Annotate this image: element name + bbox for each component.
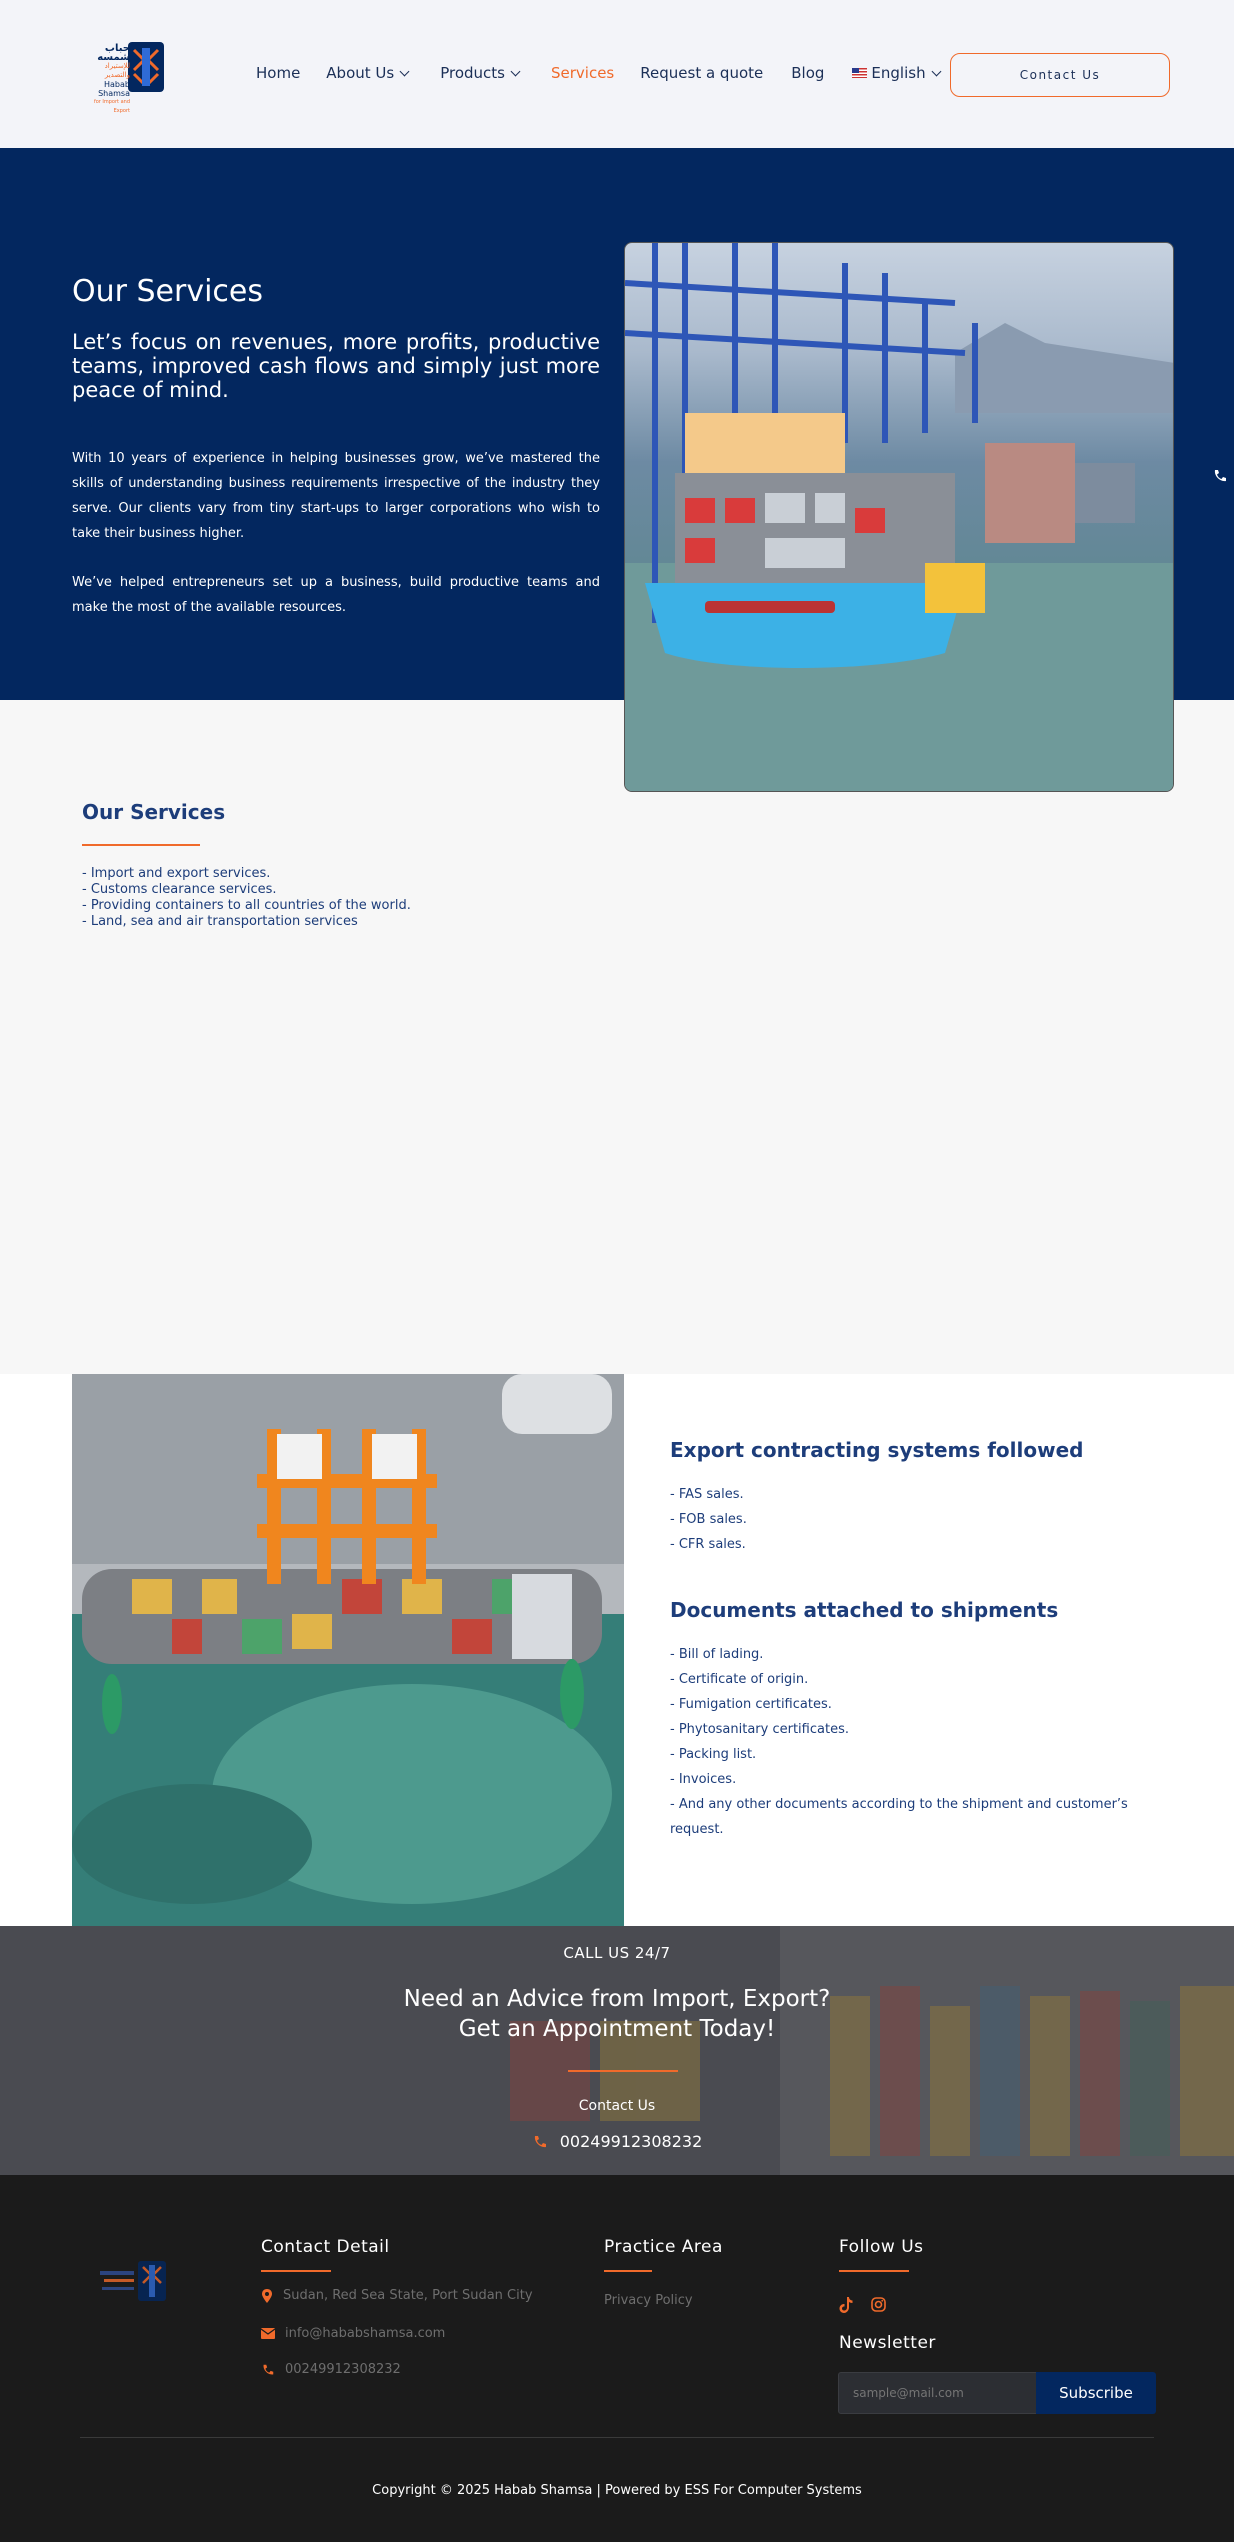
footer-email-text: info@hababshamsa.com [285,2326,446,2341]
main-nav: Home About Us Products Services Request … [256,64,942,82]
list-item: - Phytosanitary certificates. [670,1722,849,1737]
tiktok-icon[interactable] [839,2297,853,2313]
list-item: - CFR sales. [670,1537,746,1552]
footer-phone[interactable]: 00249912308232 [261,2362,401,2377]
privacy-policy-link[interactable]: Privacy Policy [604,2293,693,2308]
footer-address-text: Sudan, Red Sea State, Port Sudan City [283,2288,533,2303]
hero-subtitle: Let’s focus on revenues, more profits, p… [72,330,600,402]
services-divider [82,844,200,846]
cta-call-label: CALL US 24/7 [563,1944,671,1962]
chevron-down-icon [931,66,942,76]
services-title: Our Services [82,800,226,824]
nav-request-quote-label: Request a quote [640,64,764,82]
nav-blog[interactable]: Blog [791,64,824,82]
export-section: Export contracting systems followed - FA… [0,1374,1234,1926]
footer-logo[interactable] [98,2257,170,2305]
list-item: - Customs clearance services. [82,882,277,897]
newsletter-title: Newsletter [839,2333,936,2353]
nav-services[interactable]: Services [551,64,614,82]
services-list: - Import and export services. - Customs … [82,866,411,930]
list-item: - Packing list. [670,1747,757,1762]
nav-products-label: Products [440,64,505,82]
nav-about[interactable]: About Us [326,64,410,82]
cta-phone-number: 00249912308232 [559,2132,703,2151]
subscribe-button[interactable]: Subscribe [1036,2372,1156,2414]
hero-title: Our Services [72,274,264,309]
chevron-down-icon [510,66,521,76]
chevron-down-icon [399,66,410,76]
newsletter-email-input[interactable] [838,2372,1038,2414]
logo-arabic: حباب شمسه [97,43,130,63]
site-footer: Contact Detail Sudan, Red Sea State, Por… [0,2175,1234,2542]
logo-arabic-sub: للإستيراد والتصدير [104,62,130,79]
export-title: Export contracting systems followed [670,1438,1084,1462]
footer-follow-title: Follow Us [839,2237,924,2257]
nav-home-label: Home [256,64,301,82]
list-item: - FAS sales. [670,1487,744,1502]
logo[interactable]: حباب شمسه للإستيراد والتصدير Habab Shams… [80,38,170,114]
footer-practice-underline [604,2270,652,2272]
cta-headline-line1: Need an Advice from Import, Export? [403,1986,831,2012]
us-flag-icon [852,68,868,78]
copyright: Copyright © 2025 Habab Shamsa | Powered … [372,2483,862,2498]
logo-english: Habab Shamsa [98,80,130,98]
footer-follow-underline [839,2270,909,2272]
list-item: - FOB sales. [670,1512,747,1527]
footer-contact-title: Contact Detail [261,2237,390,2257]
instagram-icon[interactable] [871,2297,886,2312]
footer-email[interactable]: info@hababshamsa.com [261,2326,445,2341]
list-item: - Providing containers to all countries … [82,898,411,913]
cta-section: CALL US 24/7 Need an Advice from Import,… [0,1926,1234,2175]
cta-contact-link[interactable]: Contact Us [0,2098,1234,2114]
nav-products[interactable]: Products [440,64,521,82]
language-selector[interactable]: English [852,64,942,82]
list-item: - Invoices. [670,1772,737,1787]
location-pin-icon [262,2288,272,2303]
contact-us-button[interactable]: Contact Us [950,53,1170,97]
hero-paragraph-1: With 10 years of experience in helping b… [72,451,600,541]
cargo-ship-image [624,242,1174,792]
social-links [839,2297,886,2313]
nav-request-quote[interactable]: Request a quote [640,64,763,82]
phone-icon [263,2364,274,2374]
documents-title: Documents attached to shipments [670,1598,1059,1622]
cta-headline: Need an Advice from Import, Export? Get … [0,1984,1234,2044]
list-item: - Fumigation certificates. [670,1697,832,1712]
nav-services-label: Services [551,64,615,82]
list-item: - Bill of lading. [670,1647,764,1662]
language-label: English [871,64,926,82]
logo-english-sub: for Import and Export [93,99,130,114]
list-item: - Land, sea and air transportation servi… [82,914,358,929]
phone-icon[interactable] [1212,468,1228,484]
nav-home[interactable]: Home [256,64,300,82]
cta-divider [568,2070,678,2072]
list-item: - Certificate of origin. [670,1672,809,1687]
hero-paragraph-2: We’ve helped entrepreneurs set up a busi… [72,575,600,615]
footer-address: Sudan, Red Sea State, Port Sudan City [261,2288,533,2303]
phone-icon [534,2135,546,2147]
port-aerial-image [72,1374,624,1926]
nav-blog-label: Blog [791,64,825,82]
footer-practice-title: Practice Area [604,2237,723,2257]
list-item: - And any other documents according to t… [670,1797,1128,1837]
list-item: - Import and export services. [82,866,271,881]
site-header: حباب شمسه للإستيراد والتصدير Habab Shams… [0,0,1234,148]
cta-phone[interactable]: 00249912308232 [0,2132,1234,2151]
footer-phone-text: 00249912308232 [285,2362,401,2377]
envelope-icon [261,2328,275,2339]
export-list: - FAS sales. - FOB sales. - CFR sales. [670,1482,747,1557]
footer-contact-underline [261,2270,331,2272]
footer-divider [80,2437,1154,2438]
nav-about-label: About Us [326,64,395,82]
cta-headline-line2: Get an Appointment Today! [458,2016,776,2042]
documents-list: - Bill of lading. - Certificate of origi… [670,1642,1150,1842]
